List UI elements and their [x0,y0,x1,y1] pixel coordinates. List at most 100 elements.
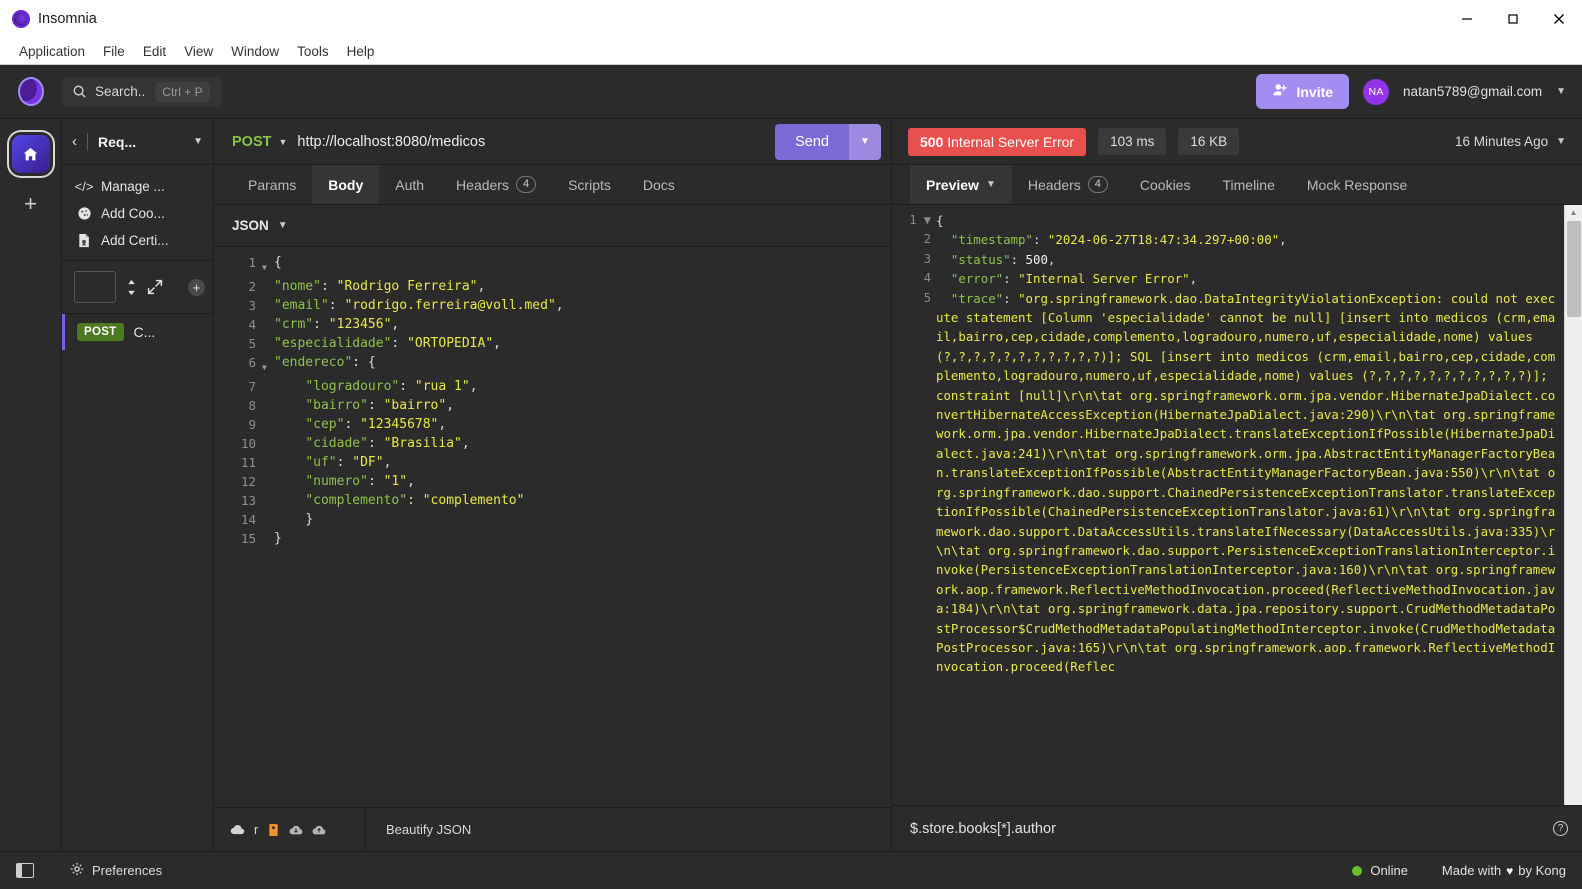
avatar[interactable]: NA [1363,78,1390,105]
tab-count-badge: 4 [515,175,537,194]
chevron-down-icon[interactable]: ▼ [278,220,288,231]
toggle-sidebar-icon[interactable] [16,863,34,878]
tab-cookies[interactable]: Cookies [1124,165,1207,204]
send-options-chevron-icon[interactable]: ▼ [849,123,881,160]
insomnia-brand-icon[interactable] [18,77,44,106]
search-input[interactable]: Search.. Ctrl + P [62,76,222,107]
line-number: 2 [923,232,931,247]
list-item[interactable]: POST C... [62,314,213,350]
chevron-down-icon[interactable]: ▼ [193,136,203,147]
tab-docs[interactable]: Docs [627,165,691,204]
add-request-button[interactable]: + [188,278,205,296]
heart-icon: ♥ [1506,863,1514,878]
scroll-up-icon[interactable]: ▲ [1565,205,1582,219]
tab-mock-response[interactable]: Mock Response [1291,165,1423,204]
beautify-json-button[interactable]: Beautify JSON [366,822,471,837]
cookie-icon [76,206,92,221]
menu-item-application[interactable]: Application [10,41,94,62]
status-bar-right: Online Made with ♥ by Kong [1352,863,1566,878]
menu-item-help[interactable]: Help [338,41,384,62]
request-body-editor[interactable]: 1 ▼{2 "nome": "Rodrigo Ferreira", 3 "email":… [214,247,891,807]
cloud-orange-icon[interactable] [267,823,280,837]
line-number: 13 [240,493,256,508]
chevron-down-icon: ▼ [1556,136,1566,147]
line-number: 9 [248,417,256,432]
code-text: "cidade": "Brasilia", [305,436,470,451]
body-type-bar: JSON ▼ [214,205,891,247]
tab-scripts[interactable]: Scripts [552,165,627,204]
tab-label: Cookies [1139,176,1191,193]
cloud-upload-icon[interactable] [312,824,326,836]
header-right: Invite NA natan5789@gmail.com ▼ [1256,74,1566,109]
code-line: 4 "error": "Internal Server Error", [892,269,1564,288]
method-label[interactable]: POST [232,134,271,150]
menu-item-window[interactable]: Window [222,41,288,62]
preferences-button[interactable]: Preferences [70,862,162,879]
home-button[interactable] [11,135,50,173]
add-workspace-button[interactable]: + [24,193,37,215]
tab-preview[interactable]: Preview ▼ [910,165,1012,204]
chevron-down-icon[interactable]: ▼ [278,137,287,147]
minimize-icon[interactable] [1444,0,1490,38]
back-chevron-icon[interactable]: ‹ [72,133,77,150]
send-button[interactable]: Send [775,123,849,160]
response-body-viewer[interactable]: 1 ▼ {2 "timestamp": "2024-06-27T18:47:34.… [892,205,1564,805]
sort-icon[interactable] [125,279,138,296]
tab-label: Scripts [568,176,611,193]
tab-headers[interactable]: Headers 4 [440,165,552,204]
response-body-region: 1 ▼ {2 "timestamp": "2024-06-27T18:47:34.… [892,205,1582,805]
response-history-dropdown[interactable]: 16 Minutes Ago ▼ [1455,134,1566,149]
sidebar-filter-input[interactable] [74,271,116,303]
tab-body[interactable]: Body [312,165,380,204]
tab-params[interactable]: Params [232,165,312,204]
tab-label: Mock Response [1306,176,1408,193]
fold-toggle-icon[interactable]: ▼ [262,253,274,277]
cloud-icon[interactable] [230,824,245,835]
tab-headers[interactable]: Headers 4 [1012,165,1124,204]
code-line: 1 ▼{ [214,253,891,277]
scrollbar-thumb[interactable] [1567,221,1581,317]
code-text: "logradouro": "rua 1", [305,379,478,394]
close-icon[interactable] [1536,0,1582,38]
code-text: { [936,213,944,228]
expand-icon[interactable] [147,279,163,295]
code-line: 13 "complemento": "complemento" [214,491,891,510]
search-shortcut-badge: Ctrl + P [155,81,210,102]
url-input[interactable]: http://localhost:8080/medicos [297,134,485,150]
fold-toggle-icon[interactable]: ▼ [262,353,274,377]
invite-button[interactable]: Invite [1256,74,1350,109]
line-number: 4 [248,317,256,332]
sidebar-item-add-certificates[interactable]: Add Certi... [62,227,213,254]
menu-item-file[interactable]: File [94,41,134,62]
code-text: } [305,512,314,527]
line-number: 7 [248,379,256,394]
tab-auth[interactable]: Auth [379,165,440,204]
cloud-download-icon[interactable] [289,824,303,836]
chevron-down-icon[interactable]: ▼ [1556,86,1566,97]
user-plus-icon [1272,82,1288,101]
insomnia-app-window: Insomnia Application File Edit View Wind… [0,0,1582,889]
code-line: 2 "nome": "Rodrigo Ferreira", [214,277,891,296]
response-scrollbar[interactable]: ▲ [1564,205,1582,805]
menu-item-edit[interactable]: Edit [134,41,175,62]
sidebar-item-add-cookies[interactable]: Add Coo... [62,200,213,227]
code-icon: </> [74,179,94,194]
app-header: Search.. Ctrl + P Invite NA natan5789@gm… [0,65,1582,119]
request-method-badge: POST [77,323,124,341]
footer-text: r [254,822,259,837]
menu-item-tools[interactable]: Tools [288,41,338,62]
jsonpath-filter-input[interactable]: $.store.books[*].author [910,821,1056,837]
line-number: 3 [923,251,931,266]
body-type-label[interactable]: JSON [232,218,269,233]
app-body: + ‹ Req... ▼ </> Manage ... Add Coo... A… [0,119,1582,852]
help-icon[interactable]: ? [1553,821,1568,836]
maximize-icon[interactable] [1490,0,1536,38]
response-tabs: Preview ▼ Headers 4 Cookies Timeline Mock Resp… [892,165,1582,205]
menu-item-view[interactable]: View [175,41,222,62]
tab-timeline[interactable]: Timeline [1206,165,1290,204]
sidebar-item-manage-environments[interactable]: </> Manage ... [62,173,213,200]
made-with-prefix: Made with [1441,863,1502,878]
